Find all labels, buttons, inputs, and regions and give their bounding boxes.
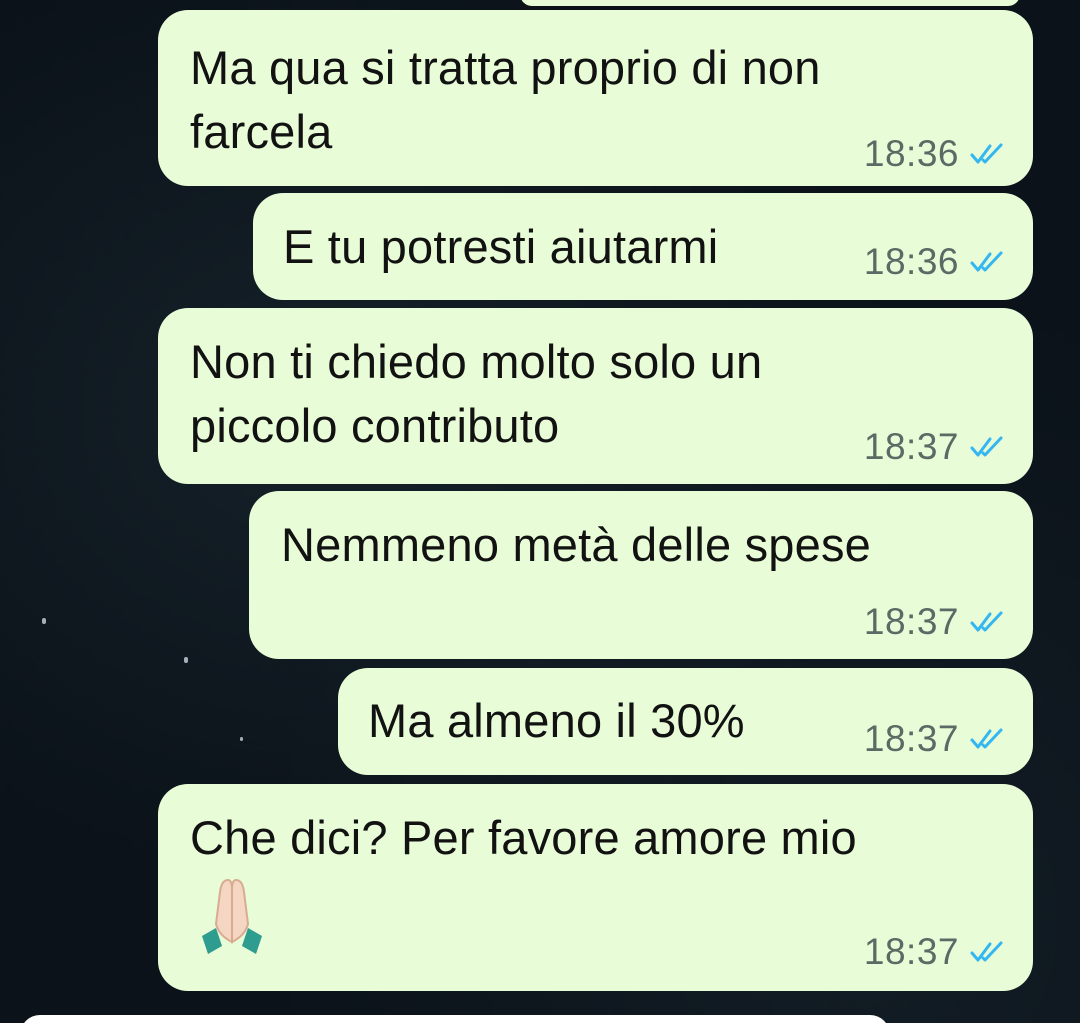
read-double-check-icon <box>970 143 1003 164</box>
message-text: Nemmeno metà delle spese <box>281 518 871 571</box>
read-double-check-icon <box>970 436 1003 457</box>
message-time: 18:36 <box>863 241 959 282</box>
read-double-check-icon <box>970 251 1003 272</box>
message-bubble[interactable]: E tu potresti aiutarmi 18:36 <box>253 193 1033 300</box>
background-star <box>42 618 46 624</box>
message-text: E tu potresti aiutarmi <box>283 220 719 273</box>
read-double-check-icon <box>970 941 1003 962</box>
previous-message-bubble-edge <box>520 0 1020 6</box>
message-text: Non ti chiedo molto solo un piccolo cont… <box>190 335 763 452</box>
message-time: 18:36 <box>863 133 959 174</box>
message-time: 18:37 <box>863 601 959 642</box>
message-bubble[interactable]: Nemmeno metà delle spese 18:37 <box>249 491 1033 659</box>
message-text: Che dici? Per favore amore mio <box>190 811 857 864</box>
read-double-check-icon <box>970 728 1003 749</box>
message-bubble[interactable]: Ma almeno il 30% 18:37 <box>338 668 1033 775</box>
read-double-check-icon <box>970 611 1003 632</box>
message-text: Ma almeno il 30% <box>368 694 745 747</box>
message-text: Ma qua si tratta proprio di non farcela <box>190 41 821 158</box>
background-star <box>184 657 188 663</box>
background-star <box>240 737 243 741</box>
message-bubble[interactable]: Ma qua si tratta proprio di non farcela … <box>158 10 1033 186</box>
message-time: 18:37 <box>863 426 959 467</box>
next-element-edge <box>20 1015 890 1023</box>
message-bubble[interactable]: Non ti chiedo molto solo un piccolo cont… <box>158 308 1033 484</box>
message-time: 18:37 <box>863 718 959 759</box>
folded-hands-icon <box>202 878 262 954</box>
message-bubble[interactable]: Che dici? Per favore amore mio 18:37 <box>158 784 1033 991</box>
message-time: 18:37 <box>863 931 959 972</box>
